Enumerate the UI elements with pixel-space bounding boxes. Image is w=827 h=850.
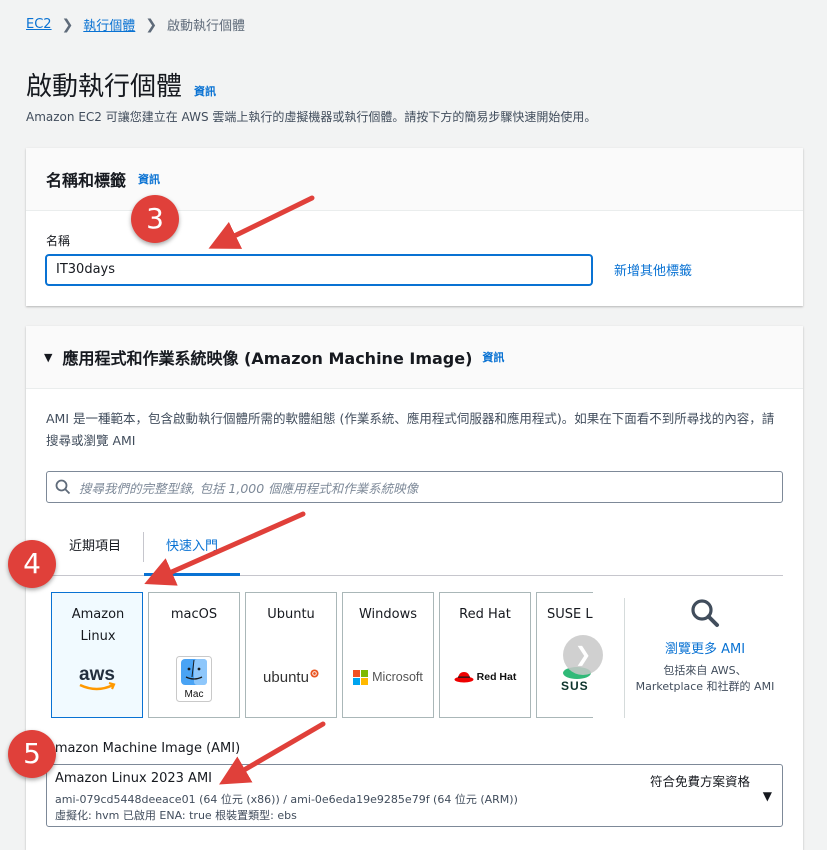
breadcrumb-current: 啟動執行個體: [167, 19, 246, 34]
name-input[interactable]: IT30days: [45, 254, 593, 286]
search-icon: [55, 479, 71, 495]
page-title: 啟動執行個體 資訊: [26, 66, 216, 103]
browse-more-ami[interactable]: 瀏覽更多 AMI 包括來自 AWS、Marketplace 和社群的 AMI: [632, 598, 778, 695]
ami-panel: ▼ 應用程式和作業系統映像 (Amazon Machine Image) 資訊 …: [26, 326, 803, 850]
free-tier-badge: 符合免費方案資格: [649, 774, 750, 789]
finder-icon: Mac: [149, 655, 239, 703]
ami-select-label: Amazon Machine Image (AMI): [46, 741, 241, 756]
add-tags-link[interactable]: 新增其他標籤: [614, 260, 692, 279]
ami-tabs: 近期項目 快速入門: [46, 526, 783, 576]
redhat-logo-icon: Red Hat: [440, 659, 530, 695]
tile-label: Ubuntu: [267, 607, 315, 622]
browse-more-description: 包括來自 AWS、Marketplace 和社群的 AMI: [635, 664, 775, 693]
chevron-right-icon: ❯: [61, 16, 74, 33]
tile-label: SUSE Li: [547, 607, 593, 622]
microsoft-logo-icon: Microsoft: [343, 659, 433, 695]
aws-logo-text: aws: [79, 664, 115, 685]
tile-macos[interactable]: macOS Mac: [148, 592, 240, 718]
tile-ubuntu[interactable]: Ubuntu ubuntu: [245, 592, 337, 718]
breadcrumb-ec2-link[interactable]: EC2: [26, 17, 52, 32]
redhat-logo-text: Red Hat: [476, 671, 517, 683]
ami-title: 應用程式和作業系統映像 (Amazon Machine Image): [62, 349, 473, 368]
ami-select[interactable]: Amazon Linux 2023 AMI 符合免費方案資格 ami-079cd…: [46, 764, 783, 827]
name-tags-info-link[interactable]: 資訊: [138, 171, 160, 187]
page-description: Amazon EC2 可讓您建立在 AWS 雲端上執行的虛擬機器或執行個體。請按…: [26, 110, 597, 124]
breadcrumb: EC2 ❯ 執行個體 ❯ 啟動執行個體: [26, 15, 246, 35]
tile-windows[interactable]: Windows Microsoft: [342, 592, 434, 718]
ami-selected-name: Amazon Linux 2023 AMI: [55, 771, 212, 786]
tile-label: Windows: [358, 607, 418, 622]
chevron-right-icon[interactable]: ❯: [563, 635, 603, 675]
ami-description: AMI 是一種範本，包含啟動執行個體所需的軟體組態 (作業系統、應用程式伺服器和…: [46, 411, 775, 448]
name-field-label: 名稱: [46, 234, 71, 248]
ami-info-link[interactable]: 資訊: [482, 349, 504, 365]
aws-logo-icon: aws: [52, 659, 142, 695]
ami-selected-meta: 虛擬化: hvm 已啟用 ENA: true 根裝置類型: ebs: [55, 809, 297, 822]
caret-down-icon[interactable]: ▼: [763, 789, 772, 803]
step-badge-5: 5: [8, 730, 56, 778]
ami-search-input[interactable]: 搜尋我們的完整型錄, 包括 1,000 個應用程式和作業系統映像: [46, 471, 783, 503]
search-icon: [691, 599, 719, 627]
tile-label: macOS: [170, 607, 218, 622]
tab-recent[interactable]: 近期項目: [46, 526, 144, 576]
ami-header[interactable]: ▼ 應用程式和作業系統映像 (Amazon Machine Image) 資訊: [26, 326, 803, 389]
suse-logo-text: SUS: [561, 679, 589, 693]
search-placeholder: 搜尋我們的完整型錄, 包括 1,000 個應用程式和作業系統映像: [79, 480, 419, 496]
ubuntu-logo-text: ubuntu: [263, 668, 309, 686]
name-tags-title: 名稱和標籤: [46, 171, 127, 190]
mac-logo-text: Mac: [185, 689, 204, 700]
page-info-link[interactable]: 資訊: [194, 83, 216, 99]
browse-more-link[interactable]: 瀏覽更多 AMI: [632, 638, 778, 657]
ami-selected-ids: ami-079cd5448deeace01 (64 位元 (x86)) / am…: [55, 793, 518, 806]
tile-label: Amazon Linux: [71, 607, 125, 644]
tab-quick-start[interactable]: 快速入門: [144, 526, 240, 576]
tile-amazon-linux[interactable]: Amazon Linux aws: [51, 592, 143, 718]
browse-divider: [624, 598, 625, 718]
step-badge-3: 3: [131, 195, 179, 243]
chevron-right-icon: ❯: [145, 16, 158, 33]
tile-redhat[interactable]: Red Hat Red Hat: [439, 592, 531, 718]
step-badge-4: 4: [8, 540, 56, 588]
ubuntu-logo-icon: ubuntu: [246, 659, 336, 695]
microsoft-logo-text: Microsoft: [372, 670, 423, 684]
os-tiles: Amazon Linux aws macOS Mac Ubuntu ubuntu…: [51, 592, 593, 718]
caret-down-icon[interactable]: ▼: [44, 351, 52, 364]
page-title-text: 啟動執行個體: [26, 72, 183, 102]
tile-label: Red Hat: [459, 607, 511, 622]
breadcrumb-instances-link[interactable]: 執行個體: [83, 15, 135, 34]
